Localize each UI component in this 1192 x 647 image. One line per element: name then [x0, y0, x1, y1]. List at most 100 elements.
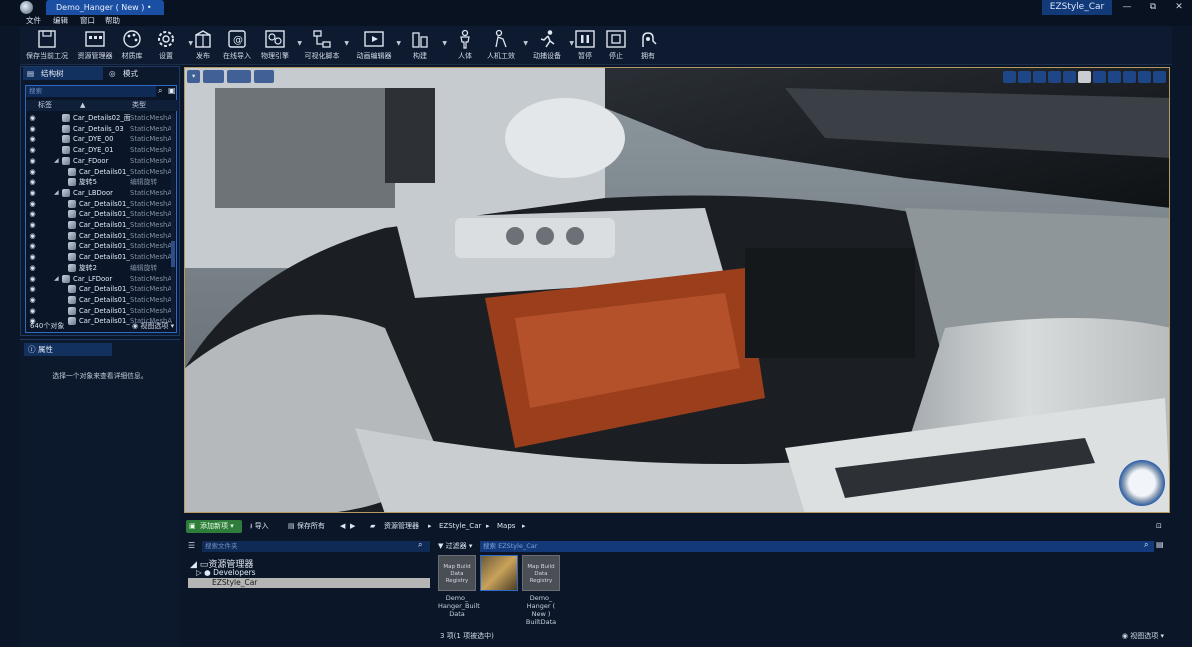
add-new-button[interactable]: ▣ 添加新项 ▾ [186, 520, 242, 533]
visibility-eye-icon[interactable]: ◉ [28, 124, 37, 135]
settings-icon[interactable]: ▣ [168, 86, 176, 95]
history-forward-button[interactable]: ▶ [350, 520, 355, 533]
build-button[interactable]: 构建 ▼ [397, 29, 447, 63]
outliner-row[interactable]: ◉ Car_Details01_ StaticMeshA [26, 199, 172, 210]
outliner-view-options[interactable]: ◉ 视图选项 ▾ [132, 321, 174, 331]
visibility-eye-icon[interactable]: ◉ [28, 145, 37, 156]
menu-file[interactable]: 文件 [26, 15, 41, 26]
visibility-eye-icon[interactable]: ◉ [28, 134, 37, 145]
tab-structure-tree[interactable]: ▤ 结构树 [23, 67, 103, 80]
outliner-row[interactable]: ◉ Car_Details01_ StaticMeshA [26, 209, 172, 220]
outliner-row[interactable]: ◉ Car_Details01_ StaticMeshA [26, 252, 172, 263]
maximize-viewport-icon[interactable] [1153, 71, 1166, 83]
outliner-row[interactable]: ◉ Car_Details01_ StaticMeshA [26, 241, 172, 252]
visibility-eye-icon[interactable]: ◉ [28, 241, 37, 252]
outliner-search-input[interactable]: 搜索 [26, 86, 156, 97]
save-search-icon[interactable]: ▤ [1156, 540, 1164, 549]
outliner-row[interactable]: ◉ ◢ Car_LBDoor StaticMeshA [26, 188, 172, 199]
menu-help[interactable]: 帮助 [105, 15, 120, 26]
asset-search-input[interactable]: 搜索 EZStyle_Car [480, 541, 1154, 552]
visibility-eye-icon[interactable]: ◉ [28, 209, 37, 220]
visibility-eye-icon[interactable]: ◉ [28, 167, 37, 178]
visibility-eye-icon[interactable]: ◉ [28, 231, 37, 242]
outliner-row[interactable]: ◉ 旋转5 编辑旋转 [26, 177, 172, 188]
tab-properties[interactable]: ⓘ 属性 [24, 343, 112, 356]
viewport-menu-button[interactable]: ▾ [187, 70, 201, 83]
visibility-eye-icon[interactable]: ◉ [28, 284, 37, 295]
asset-tile-selected[interactable] [480, 555, 518, 594]
possess-button[interactable]: 拥有 [625, 29, 671, 63]
maximize-button[interactable]: ⧉ [1140, 0, 1166, 15]
rotation-snap-icon[interactable] [1108, 71, 1121, 83]
expand-arrow-icon[interactable]: ◢ [54, 274, 59, 285]
visibility-eye-icon[interactable]: ◉ [28, 252, 37, 263]
visibility-eye-icon[interactable]: ◉ [28, 199, 37, 210]
history-back-button[interactable]: ◀ [340, 520, 345, 533]
breadcrumb-ezstyle-car[interactable]: EZStyle_Car [439, 520, 481, 533]
breadcrumb-maps[interactable]: Maps [497, 520, 515, 533]
scale-snap-icon[interactable] [1123, 71, 1136, 83]
import-button[interactable]: ⭳ 导入 [250, 520, 269, 533]
save-scene-button[interactable]: 保存当前工况 [24, 29, 70, 63]
outliner-row[interactable]: ◉ Car_DYE_00 StaticMeshA [26, 134, 172, 145]
outliner-row[interactable]: ◉ Car_Details01_ StaticMeshA [26, 231, 172, 242]
grid-size-icon[interactable] [1093, 71, 1106, 83]
orientation-gizmo-icon[interactable] [1119, 460, 1165, 506]
visibility-eye-icon[interactable]: ◉ [28, 177, 37, 188]
visibility-eye-icon[interactable]: ◉ [28, 220, 37, 231]
search-icon[interactable]: ⌕ [158, 86, 162, 96]
outliner-row[interactable]: ◉ Car_Details01_ StaticMeshA [26, 167, 172, 178]
viewport-perspective-button[interactable] [203, 70, 224, 83]
tab-modes[interactable]: ◎ 模式 [105, 67, 175, 80]
animation-editor-button[interactable]: 动画编辑器 ▼ [351, 29, 401, 63]
viewport-lit-button[interactable] [226, 70, 252, 83]
world-local-icon[interactable] [1048, 71, 1061, 83]
outliner-row[interactable]: ◉ 旋转2 编辑旋转 [26, 263, 172, 274]
asset-view-options[interactable]: ◉ 视图选项 ▾ [1122, 631, 1164, 641]
filter-button[interactable]: ▼ 过滤器 ▾ [438, 541, 472, 551]
source-list-icon[interactable]: ☰ [188, 541, 195, 550]
outliner-row[interactable]: ◉ Car_Details01_ StaticMeshA [26, 220, 172, 231]
tree-item-developers[interactable]: ▷ ● Developers [196, 568, 256, 577]
scale-icon[interactable] [1033, 71, 1046, 83]
ergonomics-button[interactable]: 人机工效 ▼ [478, 29, 528, 63]
grid-snap-icon[interactable] [1078, 71, 1091, 83]
surface-snap-icon[interactable] [1063, 71, 1076, 83]
breadcrumb-asset-manager[interactable]: 资源管理器 [384, 520, 419, 533]
close-button[interactable]: ✕ [1166, 0, 1192, 15]
outliner-row[interactable]: ◉ ◢ Car_FDoor StaticMeshA [26, 156, 172, 167]
visibility-eye-icon[interactable]: ◉ [28, 295, 37, 306]
outliner-row[interactable]: ◉ Car_DYE_01 StaticMeshA [26, 145, 172, 156]
viewport-show-button[interactable] [254, 70, 275, 83]
move-icon[interactable] [1003, 71, 1016, 83]
outliner-row[interactable]: ◉ Car_Details_03 StaticMeshA [26, 124, 172, 135]
visual-script-button[interactable]: 可视化脚本 ▼ [299, 29, 349, 63]
visibility-eye-icon[interactable]: ◉ [28, 188, 37, 199]
expand-arrow-icon[interactable]: ◢ [54, 156, 59, 167]
physics-engine-button[interactable]: 物理引擎 ▼ [252, 29, 302, 63]
visibility-eye-icon[interactable]: ◉ [28, 274, 37, 285]
visibility-eye-icon[interactable]: ◉ [28, 306, 37, 317]
column-label[interactable]: 标签 [38, 100, 52, 111]
expand-arrow-icon[interactable]: ◢ [54, 188, 59, 199]
lock-icon[interactable]: ⊡ [1156, 520, 1162, 533]
outliner-scrollbar[interactable] [171, 113, 175, 319]
outliner-row[interactable]: ◉ Car_Details01_ StaticMeshA [26, 284, 172, 295]
3d-viewport[interactable]: ▾ [184, 67, 1170, 513]
tree-item-ezstyle-car[interactable]: EZStyle_Car [188, 578, 430, 588]
menu-edit[interactable]: 编辑 [53, 15, 68, 26]
asset-tile[interactable]: Map Build Data Registry Demo_ Hanger ( N… [522, 555, 560, 626]
menu-window[interactable]: 窗口 [80, 15, 95, 26]
scrollbar-thumb[interactable] [171, 241, 175, 267]
folder-search-input[interactable]: 搜索文件夹 [202, 541, 430, 552]
outliner-row[interactable]: ◉ Car_Details01_ StaticMeshA [26, 306, 172, 317]
search-icon[interactable]: ⌕ [1144, 540, 1148, 550]
visibility-eye-icon[interactable]: ◉ [28, 156, 37, 167]
chevron-down-icon[interactable]: ▼ [344, 40, 349, 47]
camera-speed-icon[interactable] [1138, 71, 1151, 83]
search-icon[interactable]: ⌕ [418, 540, 422, 550]
rotate-icon[interactable] [1018, 71, 1031, 83]
visibility-eye-icon[interactable]: ◉ [28, 113, 37, 124]
outliner-row[interactable]: ◉ Car_Details02_面 StaticMeshA [26, 113, 172, 124]
save-all-button[interactable]: ▤ 保存所有 [288, 520, 325, 533]
